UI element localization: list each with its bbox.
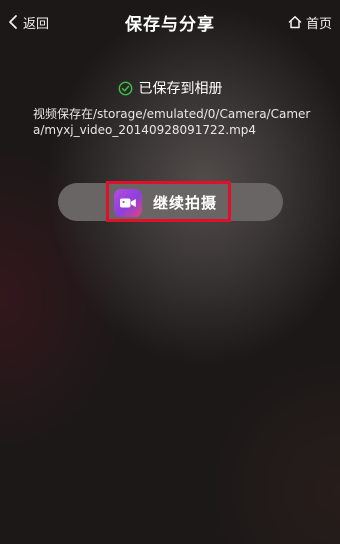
continue-shooting-label: 继续拍摄 [153, 194, 218, 212]
video-camera-icon [114, 188, 142, 217]
home-label: 首页 [305, 16, 332, 32]
check-circle-icon [118, 81, 133, 96]
home-icon [288, 15, 302, 29]
saved-label: 已保存到相册 [138, 81, 223, 97]
saved-status: 已保存到相册 [0, 78, 340, 98]
continue-shooting-button[interactable]: 继续拍摄 [114, 188, 217, 217]
save-path-text: 视频保存在/storage/emulated/0/Camera/Camera/m… [33, 107, 311, 137]
home-button[interactable]: 首页 [288, 11, 332, 33]
header-bar: 返回 保存与分享 首页 [0, 0, 340, 44]
